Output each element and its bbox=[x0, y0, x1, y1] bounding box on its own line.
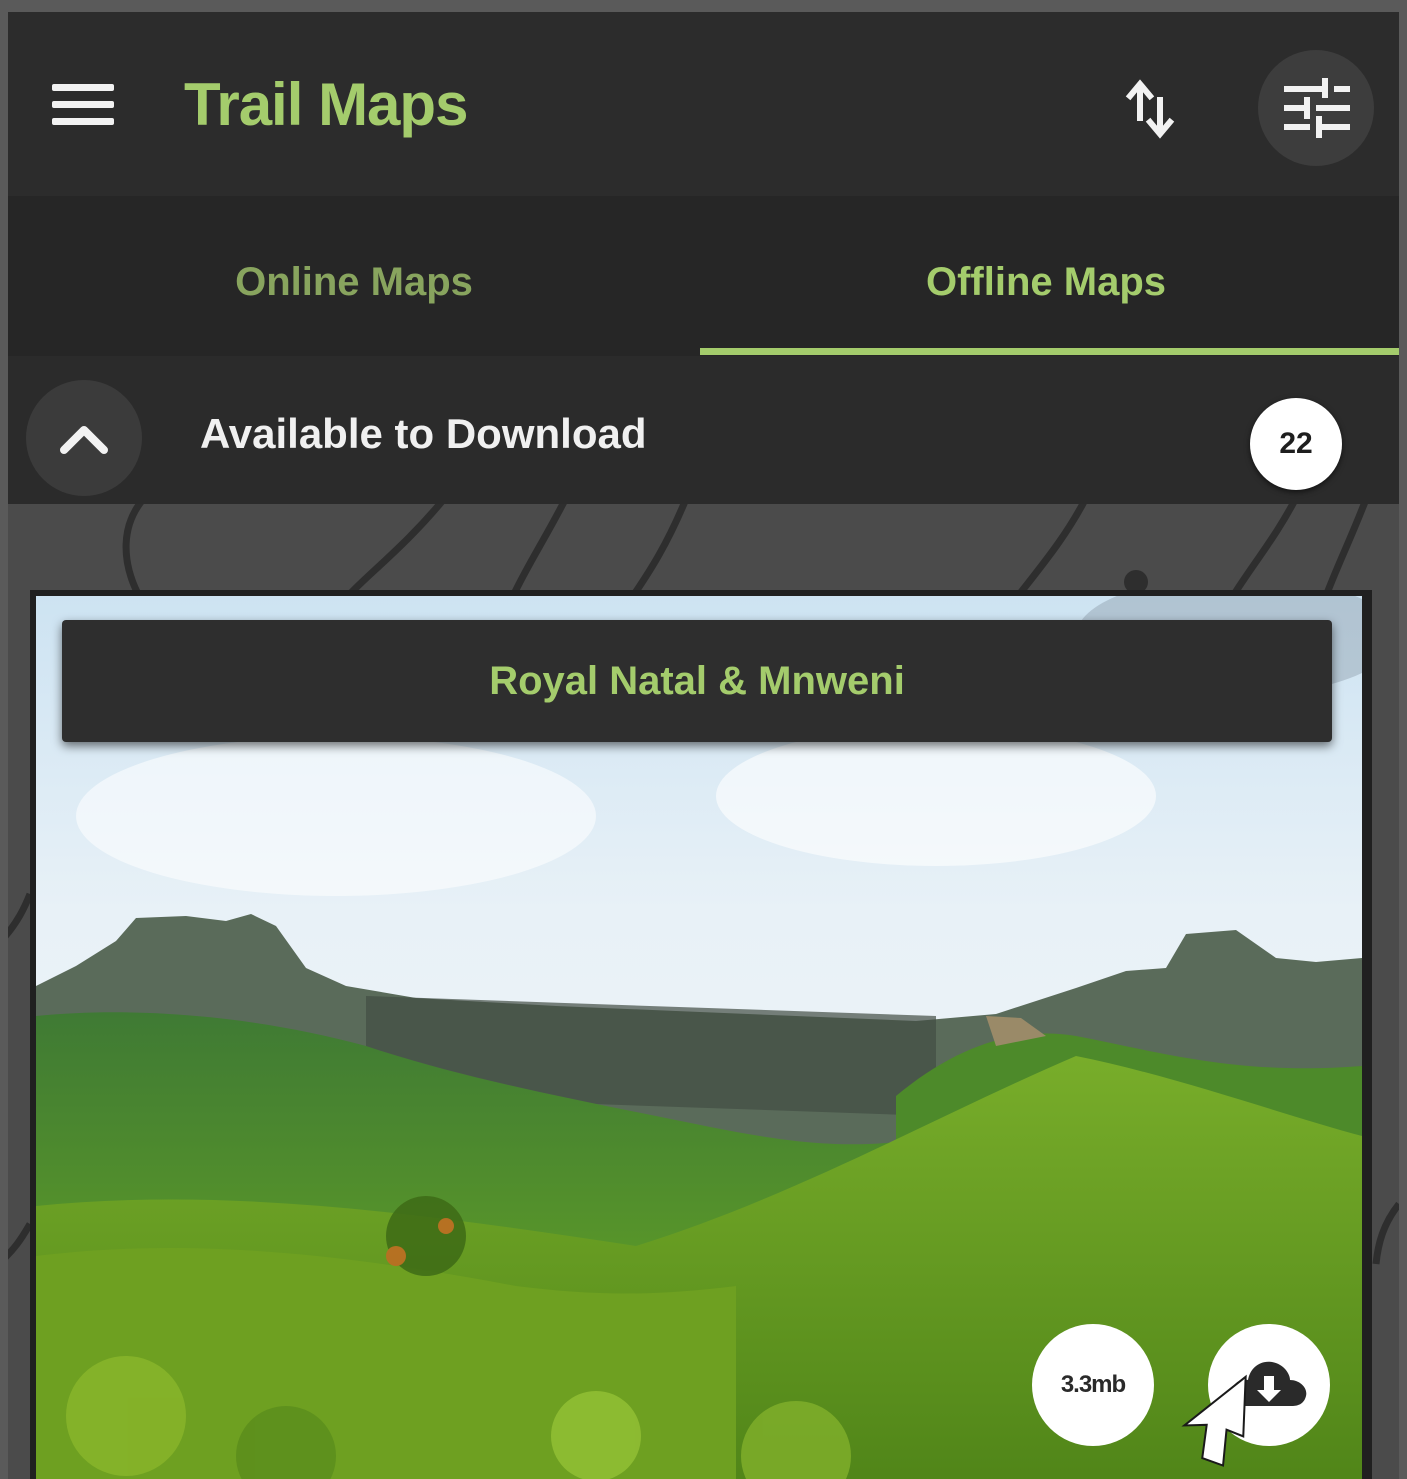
app-window: Trail Maps Online Maps Offline Maps Avai… bbox=[8, 12, 1399, 1479]
collapse-section-button[interactable] bbox=[26, 380, 142, 496]
filter-button[interactable] bbox=[1258, 50, 1374, 166]
app-bar: Trail Maps bbox=[8, 12, 1399, 196]
chevron-up-icon bbox=[60, 426, 108, 454]
section-header: Available to Download 22 bbox=[8, 362, 1399, 504]
app-title: Trail Maps bbox=[184, 71, 468, 138]
hamburger-menu-icon bbox=[52, 84, 114, 91]
section-title: Available to Download bbox=[200, 410, 647, 457]
menu-button[interactable] bbox=[48, 74, 118, 134]
tab-online-maps[interactable]: Online Maps bbox=[8, 196, 700, 356]
map-tabs: Online Maps Offline Maps bbox=[8, 196, 1399, 356]
sort-arrows-icon bbox=[1125, 79, 1175, 139]
tab-offline-maps[interactable]: Offline Maps bbox=[700, 196, 1392, 356]
map-name: Royal Natal & Mnweni bbox=[489, 658, 905, 703]
sort-button[interactable] bbox=[1116, 72, 1186, 142]
active-tab-indicator bbox=[700, 348, 1399, 355]
map-size-badge: 3.3mb bbox=[1032, 1324, 1154, 1446]
pointer-cursor-icon bbox=[1181, 1374, 1247, 1467]
map-title-bar[interactable]: Royal Natal & Mnweni bbox=[62, 620, 1332, 742]
tune-sliders-icon bbox=[1284, 78, 1350, 138]
count-badge: 22 bbox=[1250, 398, 1342, 490]
map-card[interactable]: Royal Natal & Mnweni 3.3mb bbox=[30, 590, 1372, 1479]
map-list[interactable]: Royal Natal & Mnweni 3.3mb bbox=[8, 504, 1399, 1479]
